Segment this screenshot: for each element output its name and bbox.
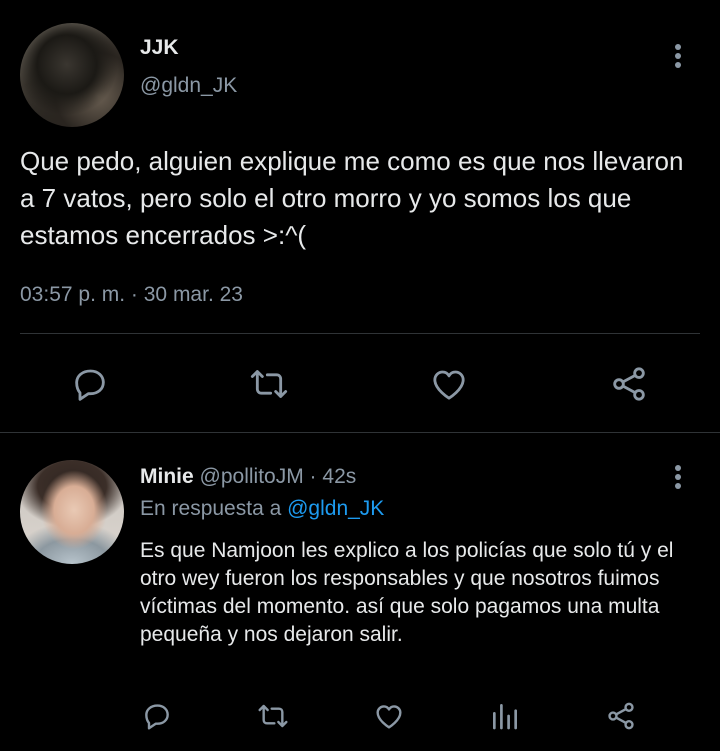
author-handle[interactable]: @gldn_JK bbox=[140, 74, 237, 98]
reply-reply-button[interactable] bbox=[141, 700, 173, 732]
heart-icon bbox=[376, 705, 402, 729]
heart-icon bbox=[433, 370, 465, 400]
retweet-icon bbox=[258, 704, 288, 728]
reply-author-avatar[interactable] bbox=[20, 460, 124, 564]
reply-button[interactable] bbox=[70, 364, 110, 404]
bar-chart-icon bbox=[493, 704, 517, 730]
speech-bubble-icon bbox=[145, 704, 169, 730]
mention-link[interactable]: @gldn_JK bbox=[287, 497, 384, 520]
more-vertical-icon[interactable] bbox=[666, 44, 690, 74]
reply-stats-button[interactable] bbox=[489, 700, 521, 732]
reply-author-name[interactable]: Minie bbox=[140, 465, 194, 488]
section-divider bbox=[0, 432, 720, 433]
tweet-text: Que pedo, alguien explique me como es qu… bbox=[20, 146, 684, 250]
in-reply-prefix: En respuesta a bbox=[140, 497, 282, 520]
share-icon bbox=[613, 367, 645, 401]
speech-bubble-icon bbox=[75, 369, 105, 401]
reply-like-button[interactable] bbox=[372, 700, 406, 732]
author-name[interactable]: JJK bbox=[140, 36, 179, 60]
retweet-button[interactable] bbox=[248, 364, 290, 404]
like-button[interactable] bbox=[428, 364, 470, 404]
share-icon bbox=[608, 702, 634, 730]
tweet-time: 03:57 p. m. bbox=[20, 283, 126, 306]
reply-age: 42s bbox=[322, 465, 357, 488]
tweet-timestamp: 03:57 p. m. · 30 mar. 23 bbox=[20, 283, 243, 307]
reply-header: Minie @pollitoJM · 42s bbox=[140, 465, 356, 489]
divider bbox=[20, 333, 700, 334]
more-vertical-icon[interactable] bbox=[666, 465, 690, 495]
share-button[interactable] bbox=[608, 364, 650, 404]
meta-separator: · bbox=[309, 465, 317, 488]
reply-retweet-button[interactable] bbox=[256, 700, 290, 732]
reply-text: Es que Namjoon les explico a los policía… bbox=[140, 539, 674, 646]
tweet-date: 30 mar. 23 bbox=[143, 283, 243, 306]
reply-author-handle[interactable]: @pollitoJM bbox=[200, 465, 304, 488]
retweet-icon bbox=[250, 370, 288, 398]
author-avatar[interactable] bbox=[20, 23, 124, 127]
meta-separator: · bbox=[130, 283, 138, 306]
in-reply-to: En respuesta a @gldn_JK bbox=[140, 497, 384, 521]
reply-share-button[interactable] bbox=[604, 700, 638, 732]
